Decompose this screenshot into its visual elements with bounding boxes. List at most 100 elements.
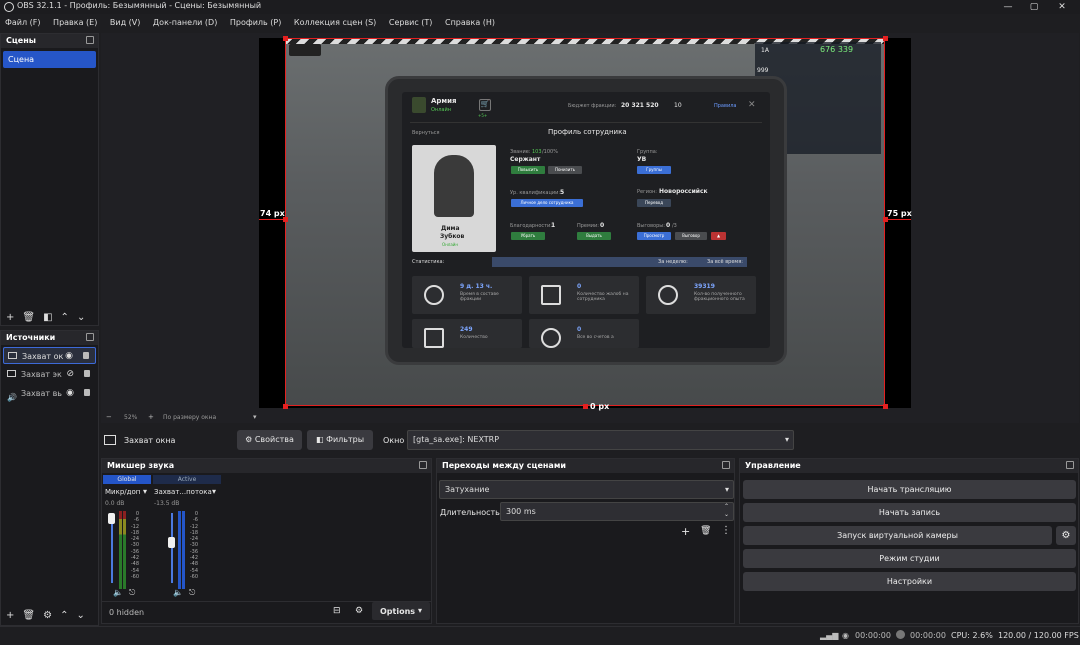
meter-scale-tick: -60 <box>130 573 139 580</box>
speaker-icon[interactable]: 🔈 <box>113 588 123 597</box>
properties-button[interactable]: ⚙ Свойства <box>237 430 302 450</box>
layout-icon[interactable]: ⊟ <box>333 606 341 616</box>
monitor-icon[interactable]: ⎋ <box>129 588 135 598</box>
resize-handle[interactable] <box>883 36 888 41</box>
window-label: Окно <box>383 436 405 445</box>
audio-mixer-dock: Микшер звука Global Active Микр/доп ▾ 0.… <box>101 458 432 624</box>
zoom-out-icon[interactable]: − <box>106 413 112 421</box>
record-time: 00:00:00 <box>910 631 946 640</box>
start-streaming-button[interactable]: Начать трансляцию <box>743 480 1076 499</box>
controls-header: Управление <box>740 459 1078 473</box>
start-recording-button[interactable]: Начать запись <box>743 503 1076 522</box>
menu-bar: Файл (F) Правка (E) Вид (V) Док-панели (… <box>0 15 1080 31</box>
tab-global[interactable]: Global <box>103 475 151 484</box>
volume-slider-track[interactable] <box>171 513 173 583</box>
maximize-button[interactable]: ▢ <box>1022 0 1046 14</box>
title-bar: OBS 32.1.1 - Профиль: Безымянный - Сцены… <box>0 0 1080 14</box>
more-options-icon[interactable]: ⋮ <box>721 525 731 536</box>
scenes-toolbar: + 🗑 ◧ ⌃ ⌄ <box>1 309 100 325</box>
window-select[interactable]: [gta_sa.exe]: NEXTRP ▾ <box>407 430 794 450</box>
menu-profile[interactable]: Профиль (P) <box>225 15 286 31</box>
menu-file[interactable]: Файл (F) <box>0 15 46 31</box>
tab-active[interactable]: Active <box>153 475 221 484</box>
mixer-title: Микшер звука <box>107 461 175 470</box>
settings-button[interactable]: Настройки <box>743 572 1076 591</box>
source-bounding-box[interactable] <box>285 38 885 406</box>
speaker-icon[interactable]: 🔈 <box>173 588 183 597</box>
record-status-icon <box>896 630 905 639</box>
undock-icon[interactable] <box>419 461 427 469</box>
volume-slider-knob[interactable] <box>108 513 115 524</box>
channel-menu-icon[interactable]: ▾ <box>212 487 216 496</box>
advanced-audio-icon[interactable]: ⚙ <box>355 606 363 616</box>
fit-mode-select[interactable]: По размеру окна <box>163 414 216 421</box>
resize-handle[interactable] <box>283 404 288 409</box>
undock-icon[interactable] <box>86 36 94 44</box>
undock-icon[interactable] <box>86 333 94 341</box>
zoom-level: 52% <box>124 414 138 421</box>
display-capture-icon <box>7 370 16 377</box>
source-item[interactable]: Захват эк ⊘ <box>3 366 96 383</box>
resize-handle[interactable] <box>283 36 288 41</box>
menu-tools[interactable]: Сервис (T) <box>384 15 438 31</box>
channel-volume: -13.5 dB <box>154 500 180 507</box>
resize-handle[interactable] <box>583 404 588 409</box>
transition-select[interactable]: Затухание ▾ <box>439 480 734 499</box>
channel-menu-icon[interactable]: ▾ <box>143 487 147 496</box>
start-virtual-camera-button[interactable]: Запуск виртуальной камеры <box>743 526 1052 545</box>
source-item[interactable]: Захват ок ◉ <box>3 347 96 364</box>
undock-icon[interactable] <box>722 461 730 469</box>
zoom-in-icon[interactable]: + <box>148 413 154 421</box>
visibility-icon[interactable]: ◉ <box>65 348 73 365</box>
chevron-down-icon: ▾ <box>724 485 729 494</box>
transitions-title: Переходы между сценами <box>442 461 566 470</box>
close-button[interactable]: ✕ <box>1050 0 1074 14</box>
window-capture-icon <box>8 352 17 359</box>
transition-type: Затухание <box>445 485 490 494</box>
remove-transition-icon[interactable]: 🗑 <box>700 526 711 536</box>
remove-scene-icon[interactable]: 🗑 <box>22 312 35 323</box>
move-down-icon[interactable]: ⌄ <box>77 312 85 323</box>
minimize-button[interactable]: — <box>996 0 1020 14</box>
controls-title: Управление <box>745 461 801 470</box>
chevron-down-icon[interactable]: ▾ <box>253 413 257 421</box>
source-label: Захват ок <box>22 352 64 361</box>
menu-docks[interactable]: Док-панели (D) <box>148 15 222 31</box>
sources-header: Источники <box>1 331 98 345</box>
monitor-icon[interactable]: ⎋ <box>189 588 195 598</box>
ruler-right-label: 75 px <box>887 209 912 218</box>
volume-meter <box>182 511 185 589</box>
filters-icon[interactable]: ◧ <box>43 312 52 323</box>
ruler-left-label: 74 px <box>260 209 285 218</box>
menu-edit[interactable]: Правка (E) <box>48 15 102 31</box>
stream-status-icon: ◉ <box>842 631 849 640</box>
visibility-icon[interactable]: ◉ <box>66 385 74 402</box>
virtual-camera-settings-icon[interactable]: ⚙ <box>1056 526 1076 545</box>
move-up-icon[interactable]: ⌃ <box>61 312 69 323</box>
meter-scale-tick: -60 <box>189 573 198 580</box>
sources-title: Источники <box>6 333 56 342</box>
hidden-icon[interactable]: ⊘ <box>66 366 74 383</box>
lock-icon[interactable] <box>84 389 90 396</box>
source-item[interactable]: 🔊 Захват вь ◉ <box>3 385 96 402</box>
menu-help[interactable]: Справка (H) <box>440 15 500 31</box>
studio-mode-button[interactable]: Режим студии <box>743 549 1076 568</box>
duration-input[interactable]: 300 ms ⌃ ⌄ <box>500 502 734 521</box>
add-scene-icon[interactable]: + <box>6 312 14 323</box>
lock-icon[interactable] <box>83 352 89 359</box>
status-bar: ▂▄▆ ◉ 00:00:00 00:00:00 CPU: 2.6% 120.00… <box>0 626 1080 645</box>
scene-item[interactable]: Сцена <box>3 51 96 68</box>
chevron-down-icon: ▾ <box>418 606 423 615</box>
scenes-header: Сцены <box>1 34 98 48</box>
undock-icon[interactable] <box>1066 461 1074 469</box>
controls-dock: Управление Начать трансляцию Начать запи… <box>739 458 1079 624</box>
menu-scene-collection[interactable]: Коллекция сцен (S) <box>289 15 381 31</box>
menu-view[interactable]: Вид (V) <box>105 15 145 31</box>
volume-slider-knob[interactable] <box>168 537 175 548</box>
sources-dock: Источники Захват ок ◉ Захват эк ⊘ 🔊 Захват … <box>0 330 99 626</box>
spin-arrows-icon[interactable]: ⌃ ⌄ <box>724 503 729 519</box>
lock-icon[interactable] <box>84 370 90 377</box>
filters-button[interactable]: ◧ Фильтры <box>307 430 373 450</box>
add-transition-icon[interactable]: + <box>681 525 690 538</box>
resize-handle[interactable] <box>883 404 888 409</box>
